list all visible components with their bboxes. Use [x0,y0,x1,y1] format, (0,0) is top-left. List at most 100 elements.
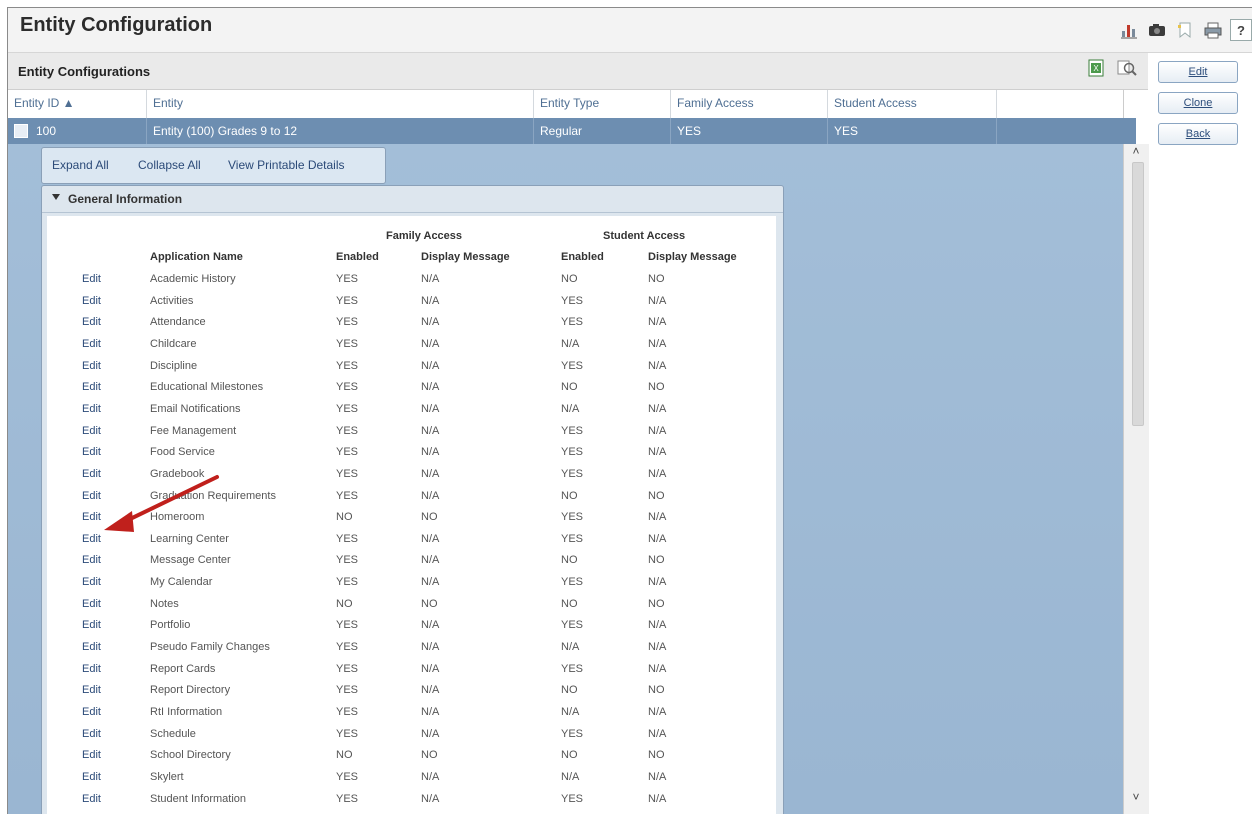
student-display-message-cell: NO [648,749,665,762]
caret-down-icon[interactable] [52,194,60,200]
edit-link[interactable]: Edit [82,598,101,610]
panel-header[interactable]: General Information [42,186,783,213]
family-display-message-cell: N/A [421,770,440,783]
edit-link[interactable]: Edit [82,619,101,631]
student-display-message-cell: NO [648,554,665,567]
edit-link[interactable]: Edit [82,554,101,566]
student-enabled-cell: YES [561,511,584,524]
scroll-thumb[interactable] [1132,162,1144,426]
table-row: Edit Portfolio YES N/A YES N/A [47,615,776,636]
application-name-cell: Educational Milestones [150,381,264,394]
student-display-message-cell: N/A [648,402,667,415]
clone-button[interactable]: Clone [1158,92,1238,114]
collapse-all-link[interactable]: Collapse All [138,158,201,172]
edit-link[interactable]: Edit [82,468,101,480]
bookmark-icon[interactable] [1174,19,1196,41]
zoom-search-icon[interactable] [1116,58,1138,81]
family-enabled-cell: YES [336,641,359,654]
edit-link[interactable]: Edit [82,295,101,307]
student-enabled-cell: N/A [561,641,580,654]
application-name-cell: RtI Information [150,706,223,718]
row-entity-type: Regular [534,118,671,144]
excel-export-icon[interactable]: X [1086,58,1106,81]
application-name-cell: Discipline [150,359,198,372]
edit-link[interactable]: Edit [82,663,101,675]
collapse-row-icon[interactable] [14,124,28,138]
print-icon[interactable] [1202,19,1224,41]
camera-icon[interactable] [1146,19,1168,41]
edit-link[interactable]: Edit [82,425,101,437]
edit-button[interactable]: Edit [1158,61,1238,83]
table-row: Edit Attendance YES N/A YES N/A [47,312,776,333]
col-family-access[interactable]: Family Access [671,90,828,118]
row-student-access: YES [828,118,997,144]
table-row: Edit Graduation Requirements YES N/A NO NO [47,486,776,507]
family-enabled-cell: YES [336,619,359,632]
col-entity-id[interactable]: Entity ID ▲ [8,90,147,118]
table-row: Edit Fee Management YES N/A YES N/A [47,421,776,442]
vertical-scrollbar[interactable]: ˄ ˅ [1123,144,1149,814]
family-enabled-cell: YES [336,424,359,437]
col-student-display-message: Display Message [648,251,737,263]
family-enabled-cell: YES [336,554,359,567]
edit-link[interactable]: Edit [82,273,101,285]
edit-link[interactable]: Edit [82,706,101,718]
table-row: Edit RtI Information YES N/A N/A N/A [47,702,776,723]
student-enabled-cell: N/A [561,706,580,718]
col-student-access[interactable]: Student Access [828,90,997,118]
family-display-message-cell: N/A [421,532,440,545]
edit-link[interactable]: Edit [82,749,101,761]
family-display-message-cell: N/A [421,424,440,437]
col-entity[interactable]: Entity [147,90,534,118]
edit-link[interactable]: Edit [82,490,101,502]
table-row[interactable]: 100 Entity (100) Grades 9 to 12 Regular … [8,118,1136,144]
edit-link[interactable]: Edit [82,446,101,458]
edit-link[interactable]: Edit [82,338,101,350]
group-student-access: Student Access [603,230,686,242]
col-application-name: Application Name [150,251,243,263]
back-button[interactable]: Back [1158,123,1238,145]
table-row: Edit Student Information YES N/A YES N/A [47,789,776,810]
edit-link[interactable]: Edit [82,576,101,588]
table-row: Edit Email Notifications YES N/A N/A N/A [47,399,776,420]
scroll-down-icon[interactable]: ˅ [1129,790,1143,804]
edit-link[interactable]: Edit [82,511,101,523]
row-entity: Entity (100) Grades 9 to 12 [147,118,534,144]
edit-link[interactable]: Edit [82,360,101,372]
col-entity-type[interactable]: Entity Type [534,90,671,118]
family-display-message-cell: N/A [421,467,440,480]
edit-link[interactable]: Edit [82,403,101,415]
view-printable-details-link[interactable]: View Printable Details [228,158,345,172]
edit-link[interactable]: Edit [82,728,101,740]
edit-link[interactable]: Edit [82,641,101,653]
family-display-message-cell: N/A [421,684,440,697]
family-display-message-cell: NO [421,749,438,762]
family-enabled-cell: NO [336,511,353,524]
family-enabled-cell: YES [336,684,359,697]
scroll-up-icon[interactable]: ˄ [1129,144,1143,158]
edit-link[interactable]: Edit [82,316,101,328]
edit-link[interactable]: Edit [82,771,101,783]
family-display-message-cell: NO [421,597,438,610]
edit-link[interactable]: Edit [82,381,101,393]
applications-table: Family Access Student Access Application… [47,216,776,814]
family-enabled-cell: YES [336,337,359,350]
application-name-cell: Academic History [150,273,236,285]
table-row: Edit Pseudo Family Changes YES N/A N/A N/A [47,637,776,658]
help-icon[interactable]: ? [1230,19,1252,41]
application-name-cell: School Directory [150,749,231,762]
student-display-message-cell: NO [648,381,665,394]
family-display-message-cell: N/A [421,316,440,329]
family-display-message-cell: NO [421,511,438,524]
student-display-message-cell: N/A [648,662,667,675]
table-row: Edit Homeroom NO NO YES N/A [47,507,776,528]
edit-link[interactable]: Edit [82,684,101,696]
student-display-message-cell: N/A [648,792,667,805]
student-display-message-cell: N/A [648,316,667,329]
expand-all-link[interactable]: Expand All [52,158,109,172]
edit-link[interactable]: Edit [82,793,101,805]
application-name-cell: Schedule [150,727,196,740]
grid-header: Entity ID ▲ Entity Entity Type Family Ac… [8,90,1136,119]
edit-link[interactable]: Edit [82,533,101,545]
report-icon[interactable] [1118,19,1140,41]
